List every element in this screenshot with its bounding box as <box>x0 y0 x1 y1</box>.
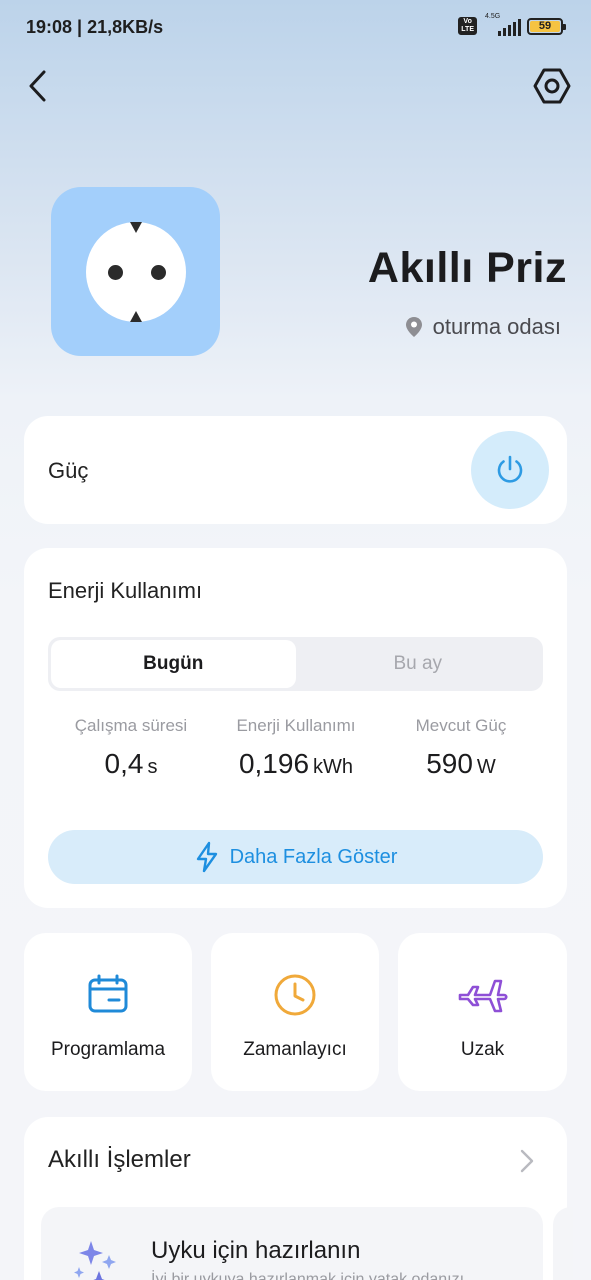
scene-title: Uyku için hazırlanın <box>151 1237 361 1264</box>
smart-actions-more-button[interactable] <box>512 1146 542 1176</box>
smart-actions-title: Akıllı İşlemler <box>48 1146 191 1173</box>
lightning-icon <box>196 841 217 873</box>
next-scene-card[interactable] <box>553 1207 573 1280</box>
stat-value: 0,4 s <box>104 748 158 779</box>
scene-card-sleep[interactable]: Uyku için hazırlanın İyi bir uykuya hazı… <box>41 1207 543 1280</box>
clock-icon <box>274 974 316 1016</box>
calendar-icon <box>88 974 128 1013</box>
away-label: Uzak <box>460 1039 505 1060</box>
device-room: oturma odası <box>405 314 561 340</box>
power-toggle-button[interactable] <box>471 431 549 509</box>
show-more-button[interactable]: Daha Fazla Göster <box>48 830 543 884</box>
show-more-label: Daha Fazla Göster <box>229 845 398 868</box>
signal-icon: 4.5G <box>483 13 521 36</box>
status-indicators: Vo LTE 4.5G 59 <box>458 13 566 36</box>
stat-runtime: Çalışma süresi 0,4 s <box>41 716 221 780</box>
chevron-left-icon <box>29 70 46 102</box>
hexagon-gear-icon <box>533 68 571 104</box>
location-pin-icon <box>405 317 422 337</box>
schedule-label: Programlama <box>50 1039 166 1060</box>
energy-title: Enerji Kullanımı <box>48 578 203 603</box>
device-name: Akıllı Priz <box>367 244 567 292</box>
power-icon <box>497 455 523 483</box>
device-image <box>51 187 220 356</box>
scene-description: İyi bir uykuya hazırlanmak için yatak od… <box>151 1271 465 1280</box>
sparkles-icon <box>74 1241 116 1280</box>
away-tile[interactable]: Uzak <box>398 933 567 1091</box>
tab-today[interactable]: Bugün <box>51 640 296 688</box>
battery-icon: 59 <box>527 17 566 35</box>
room-label: oturma odası <box>432 314 561 339</box>
timer-label: Zamanlayıcı <box>243 1039 347 1060</box>
stat-value: 590 W <box>426 748 496 779</box>
battery-level: 59 <box>530 20 560 32</box>
status-time: 19:08 | 21,8KB/s <box>26 17 164 37</box>
power-socket-icon <box>85 221 186 322</box>
settings-button[interactable] <box>530 64 574 108</box>
schedule-tile[interactable]: Programlama <box>24 933 192 1091</box>
timer-tile[interactable]: Zamanlayıcı <box>211 933 379 1091</box>
stat-label: Enerji Kullanımı <box>236 716 356 735</box>
airplane-icon <box>458 979 508 1013</box>
chevron-right-icon <box>520 1149 534 1173</box>
stat-label: Mevcut Güç <box>415 716 507 735</box>
volte-icon: Vo LTE <box>458 17 477 35</box>
stat-current-power: Mevcut Güç 590 W <box>371 716 551 780</box>
period-segmented-control: Bugün Bu ay <box>48 637 543 691</box>
tab-this-month[interactable]: Bu ay <box>296 640 541 688</box>
stat-energy-usage: Enerji Kullanımı 0,196 kWh <box>206 716 386 780</box>
power-label: Güç <box>48 458 89 483</box>
back-button[interactable] <box>20 66 56 106</box>
status-bar: 19:08 | 21,8KB/s Vo LTE 4.5G 59 <box>0 0 591 54</box>
stat-value: 0,196 kWh <box>238 748 354 779</box>
stat-label: Çalışma süresi <box>74 716 188 735</box>
